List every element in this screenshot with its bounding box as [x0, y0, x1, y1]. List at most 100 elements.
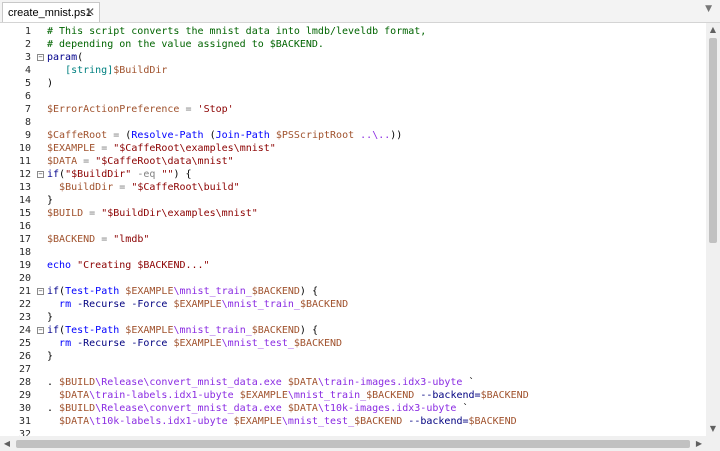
code-line[interactable]: 16 — [0, 220, 706, 233]
code-line[interactable]: 25 rm -Recurse -Force $EXAMPLE\mnist_tes… — [0, 337, 706, 350]
vertical-scrollbar[interactable]: ▲ ▼ — [706, 23, 720, 436]
code-line[interactable]: 31 $DATA\t10k-labels.idx1-ubyte $EXAMPLE… — [0, 415, 706, 428]
code-editor[interactable]: 1 # This script converts the mnist data i… — [0, 23, 706, 436]
code-token: param — [47, 52, 78, 63]
code-line[interactable]: 1 # This script converts the mnist data i… — [0, 25, 706, 38]
code-token: $EXAMPLE — [125, 286, 174, 297]
fold-toggle-icon[interactable]: − — [37, 171, 44, 178]
code-line[interactable]: 32 — [0, 428, 706, 436]
code-token: # This script converts the mnist data in… — [47, 26, 427, 37]
code-line[interactable]: 26} — [0, 350, 706, 363]
code-line[interactable]: 21− if(Test-Path $EXAMPLE\mnist_train_$BA… — [0, 285, 706, 298]
code-token: --backend= — [408, 416, 469, 427]
code-token: ( — [203, 130, 216, 141]
code-line[interactable]: 8 — [0, 116, 706, 129]
code-token: . — [47, 403, 60, 414]
scroll-right-icon[interactable]: ▶ — [692, 436, 706, 451]
code-token: Join-Path — [215, 130, 270, 141]
code-line[interactable]: 11 $DATA = "$CaffeRoot\data\mnist" — [0, 155, 706, 168]
code-token: -eq — [137, 169, 156, 180]
fold-toggle-icon[interactable]: − — [37, 288, 44, 295]
code-line[interactable]: 22 rm -Recurse -Force $EXAMPLE\mnist_tra… — [0, 298, 706, 311]
code-line[interactable]: 6 — [0, 90, 706, 103]
code-token: $EXAMPLE — [173, 299, 222, 310]
code-line[interactable]: 2 # depending on the value assigned to $B… — [0, 38, 706, 51]
code-token: \train-images.idx3-ubyte — [317, 377, 463, 388]
code-text: $BuildDir = "$CaffeRoot\build" — [47, 181, 240, 194]
code-token: ) { — [299, 286, 318, 297]
code-line[interactable]: 14} — [0, 194, 706, 207]
code-line[interactable]: 9 $CaffeRoot = (Resolve-Path (Join-Path $… — [0, 129, 706, 142]
line-number: 10 — [18, 143, 31, 154]
line-number: 1 — [24, 26, 31, 37]
line-number: 9 — [24, 130, 31, 141]
code-line[interactable]: 23} — [0, 311, 706, 324]
code-text: if("$BuildDir" -eq "") { — [47, 168, 192, 181]
code-token: $BUILD — [47, 208, 84, 219]
code-token: $BACKEND — [251, 325, 300, 336]
close-icon[interactable]: ✕ — [85, 5, 95, 19]
line-number: 15 — [18, 208, 31, 219]
code-line[interactable]: 28. $BUILD\Release\convert_mnist_data.ex… — [0, 376, 706, 389]
line-number: 8 — [24, 117, 31, 128]
fold-toggle-icon[interactable]: − — [37, 327, 44, 334]
code-token: $BACKEND — [251, 286, 300, 297]
line-number: 16 — [18, 221, 31, 232]
vertical-scroll-thumb[interactable] — [709, 38, 717, 243]
code-token: . — [47, 377, 60, 388]
code-text: $BACKEND = "lmdb" — [47, 233, 149, 246]
code-token: -Force — [131, 299, 168, 310]
code-line[interactable]: 4 [string]$BuildDir — [0, 64, 706, 77]
code-line[interactable]: 30. $BUILD\Release\convert_mnist_data.ex… — [0, 402, 706, 415]
code-line[interactable]: 12− if("$BuildDir" -eq "") { — [0, 168, 706, 181]
code-line[interactable]: 20 — [0, 272, 706, 285]
line-number: 13 — [18, 182, 31, 193]
line-number: 12 — [18, 169, 31, 180]
code-line[interactable]: 10 $EXAMPLE = "$CaffeRoot\examples\mnist" — [0, 142, 706, 155]
line-number: 4 — [24, 65, 31, 76]
code-token: \mnist_test_ — [221, 338, 294, 349]
scroll-down-icon[interactable]: ▼ — [706, 422, 720, 436]
code-token: $CaffeRoot — [47, 130, 108, 141]
code-line[interactable]: 24− if(Test-Path $EXAMPLE\mnist_train_$BA… — [0, 324, 706, 337]
code-token: $EXAMPLE — [125, 325, 174, 336]
scroll-left-icon[interactable]: ◀ — [0, 436, 14, 451]
code-text: if(Test-Path $EXAMPLE\mnist_train_$BACKE… — [47, 285, 318, 298]
code-text: # depending on the value assigned to $BA… — [47, 38, 324, 51]
code-token: if — [47, 169, 60, 180]
code-line[interactable]: 7 $ErrorActionPreference = 'Stop' — [0, 103, 706, 116]
line-number: 19 — [18, 260, 31, 271]
code-line[interactable]: 17 $BACKEND = "lmdb" — [0, 233, 706, 246]
code-token: "$CaffeRoot\build" — [131, 182, 240, 193]
fold-toggle-icon[interactable]: − — [37, 54, 44, 61]
tab-create-mnist[interactable]: create_mnist.ps1 ✕ — [2, 2, 100, 22]
line-number: 22 — [18, 299, 31, 310]
code-line[interactable]: 3− param( — [0, 51, 706, 64]
horizontal-scrollbar[interactable]: ◀ ▶ — [0, 436, 706, 451]
code-line[interactable]: 5) — [0, 77, 706, 90]
code-token: $DATA — [287, 403, 318, 414]
line-number: 24 — [18, 325, 31, 336]
code-text: } — [47, 194, 53, 207]
code-text: $DATA = "$CaffeRoot\data\mnist" — [47, 155, 234, 168]
code-line[interactable]: 18 — [0, 246, 706, 259]
code-line[interactable]: 29 $DATA\train-labels.idx1-ubyte $EXAMPL… — [0, 389, 706, 402]
code-line[interactable]: 13 $BuildDir = "$CaffeRoot\build" — [0, 181, 706, 194]
code-line[interactable]: 15 $BUILD = "$BuildDir\examples\mnist" — [0, 207, 706, 220]
tab-bar: create_mnist.ps1 ✕ ▼ — [0, 0, 720, 23]
code-text: # This script converts the mnist data in… — [47, 25, 426, 38]
tab-list-dropdown-icon[interactable]: ▼ — [705, 4, 712, 14]
scroll-up-icon[interactable]: ▲ — [706, 23, 720, 37]
code-line[interactable]: 19 echo "Creating $BACKEND..." — [0, 259, 706, 272]
horizontal-scroll-thumb[interactable] — [16, 440, 690, 448]
code-line[interactable]: 27 — [0, 363, 706, 376]
line-number: 26 — [18, 351, 31, 362]
code-text: rm -Recurse -Force $EXAMPLE\mnist_test_$… — [47, 337, 342, 350]
line-number: 17 — [18, 234, 31, 245]
line-number: 32 — [18, 429, 31, 436]
code-token: $EXAMPLE — [233, 416, 282, 427]
code-token: $BACKEND — [293, 338, 343, 349]
